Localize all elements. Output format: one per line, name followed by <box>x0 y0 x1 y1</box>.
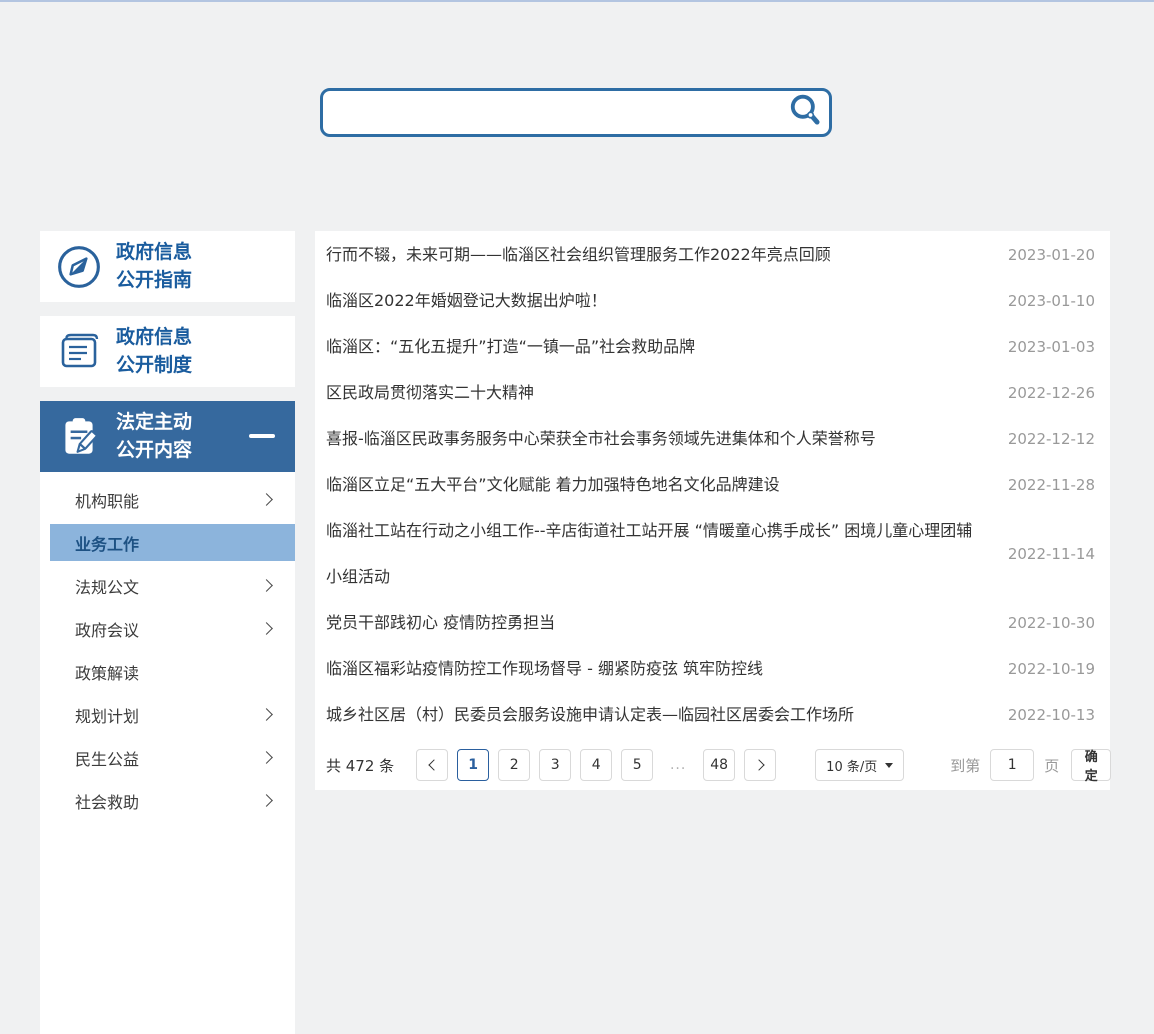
article-link[interactable]: 临淄区：“五化五提升”打造“一镇一品”社会救助品牌 <box>326 324 1005 370</box>
caret-down-icon <box>885 762 894 768</box>
total-count-label: 共 472 条 <box>326 756 395 775</box>
list-item: 临淄区：“五化五提升”打造“一镇一品”社会救助品牌 2023-01-03 <box>315 324 1110 370</box>
article-link[interactable]: 党员干部践初心 疫情防控勇担当 <box>326 600 1005 646</box>
article-date: 2022-11-14 <box>1007 545 1095 563</box>
compass-icon <box>56 244 102 290</box>
search-button[interactable] <box>783 91 829 134</box>
goto-prefix-label: 到第 <box>950 756 981 775</box>
goto-unit-label: 页 <box>1044 756 1060 775</box>
sidebar-item-regulations[interactable]: 法规公文 <box>40 564 295 607</box>
sidebar-item-system-label: 政府信息 公开制度 <box>116 325 193 376</box>
article-link[interactable]: 临淄区福彩站疫情防控工作现场督导 - 绷紧防疫弦 筑牢防控线 <box>326 646 1005 692</box>
list-item: 城乡社区居（村）民委员会服务设施申请认定表—临园社区居委会工作场所 2022-1… <box>315 692 1110 738</box>
submenu-label: 业务工作 <box>75 534 140 554</box>
page-size-value: 10 条/页 <box>826 759 878 775</box>
submenu-label: 社会救助 <box>75 792 140 812</box>
sidebar-item-orgfunctions[interactable]: 机构职能 <box>40 478 295 521</box>
submenu-label: 民生公益 <box>75 749 140 769</box>
sidebar-item-social-assistance[interactable]: 社会救助 <box>40 779 295 822</box>
sidebar-item-guide[interactable]: 政府信息 公开指南 <box>40 231 295 302</box>
article-link[interactable]: 城乡社区居（村）民委员会服务设施申请认定表—临园社区居委会工作场所 <box>326 692 1005 738</box>
article-link[interactable]: 喜报-临淄区民政事务服务中心荣获全市社会事务领域先进集体和个人荣誉称号 <box>326 416 1005 462</box>
sidebar-item-guide-label: 政府信息 公开指南 <box>116 240 193 291</box>
next-page-button[interactable] <box>744 749 777 781</box>
page-button-3[interactable]: 3 <box>539 749 572 781</box>
list-item: 行而不辍，未来可期——临淄区社会组织管理服务工作2022年亮点回顾 2023-0… <box>315 232 1110 278</box>
submenu-label: 机构职能 <box>75 491 140 511</box>
goto-page-group: 到第 页 确定 <box>950 749 1112 783</box>
sidebar-item-legal-disclosure[interactable]: 法定主动 公开内容 <box>40 401 295 472</box>
goto-page-input[interactable] <box>990 749 1035 781</box>
chevron-right-icon <box>753 759 765 771</box>
sidebar-item-business-work[interactable]: 业务工作 <box>50 524 295 561</box>
article-list: 行而不辍，未来可期——临淄区社会组织管理服务工作2022年亮点回顾 2023-0… <box>315 231 1112 790</box>
sidebar-item-planning[interactable]: 规划计划 <box>40 693 295 736</box>
chevron-right-icon <box>260 708 273 721</box>
list-item: 党员干部践初心 疫情防控勇担当 2022-10-30 <box>315 600 1110 646</box>
prev-page-button[interactable] <box>416 749 449 781</box>
search-bar <box>320 88 832 137</box>
chevron-right-icon <box>260 622 273 635</box>
submenu-label: 规划计划 <box>75 706 140 726</box>
article-link[interactable]: 区民政局贯彻落实二十大精神 <box>326 370 1005 416</box>
sidebar-item-system[interactable]: 政府信息 公开制度 <box>40 316 295 387</box>
article-date: 2022-12-12 <box>1007 430 1095 448</box>
article-link[interactable]: 行而不辍，未来可期——临淄区社会组织管理服务工作2022年亮点回顾 <box>326 232 1005 278</box>
list-item: 喜报-临淄区民政事务服务中心荣获全市社会事务领域先进集体和个人荣誉称号 2022… <box>315 416 1110 462</box>
confirm-button[interactable]: 确定 <box>1071 749 1112 783</box>
page-button-5[interactable]: 5 <box>621 749 654 781</box>
submenu-label: 法规公文 <box>75 577 140 597</box>
sidebar: 政府信息 公开指南 政府信息 公开制度 法定主动 公开内容 机构职能 业务工作 … <box>40 231 295 1034</box>
chevron-right-icon <box>260 751 273 764</box>
chevron-right-icon <box>260 579 273 592</box>
chevron-right-icon <box>260 794 273 807</box>
submenu-label: 政策解读 <box>75 663 140 683</box>
document-icon <box>56 329 102 375</box>
page-button-2[interactable]: 2 <box>498 749 531 781</box>
top-accent-line <box>0 0 1154 2</box>
list-item: 临淄区福彩站疫情防控工作现场督导 - 绷紧防疫弦 筑牢防控线 2022-10-1… <box>315 646 1110 692</box>
sidebar-item-public-welfare[interactable]: 民生公益 <box>40 736 295 779</box>
article-date: 2023-01-03 <box>1007 338 1095 356</box>
sidebar-submenu: 机构职能 业务工作 法规公文 政府会议 政策解读 规划计划 民生公益 社会救助 <box>40 472 295 1034</box>
page-button-4[interactable]: 4 <box>580 749 613 781</box>
article-date: 2022-10-30 <box>1007 614 1095 632</box>
article-date: 2023-01-10 <box>1007 292 1095 310</box>
chevron-left-icon <box>428 759 440 771</box>
article-link[interactable]: 临淄区立足“五大平台”文化赋能 着力加强特色地名文化品牌建设 <box>326 462 1005 508</box>
chevron-right-icon <box>260 493 273 506</box>
clipboard-pencil-icon <box>56 414 102 460</box>
search-icon <box>788 93 824 132</box>
sidebar-item-policy-interpretation[interactable]: 政策解读 <box>40 650 295 693</box>
search-input[interactable] <box>323 91 783 134</box>
article-link[interactable]: 临淄社工站在行动之小组工作--辛店街道社工站开展 “情暖童心携手成长” 困境儿童… <box>326 508 1005 600</box>
page-button-1[interactable]: 1 <box>457 749 490 781</box>
page-button-48[interactable]: 48 <box>703 749 736 781</box>
page-size-select[interactable]: 10 条/页 <box>815 749 905 781</box>
submenu-label: 政府会议 <box>75 620 140 640</box>
article-date: 2022-11-28 <box>1007 476 1095 494</box>
article-link[interactable]: 临淄区2022年婚姻登记大数据出炉啦！ <box>326 278 1005 324</box>
list-item: 区民政局贯彻落实二十大精神 2022-12-26 <box>315 370 1110 416</box>
collapse-minus-icon[interactable] <box>249 434 275 438</box>
sidebar-item-gov-meetings[interactable]: 政府会议 <box>40 607 295 650</box>
list-item: 临淄社工站在行动之小组工作--辛店街道社工站开展 “情暖童心携手成长” 困境儿童… <box>315 508 1110 600</box>
sidebar-item-legal-label: 法定主动 公开内容 <box>116 410 193 461</box>
page-ellipsis[interactable]: ... <box>662 749 695 781</box>
article-date: 2022-10-13 <box>1007 706 1095 724</box>
pagination: 共 472 条 1 2 3 4 5 ... 48 10 条/页 到第 页 确定 <box>326 749 1112 783</box>
article-date: 2023-01-20 <box>1007 246 1095 264</box>
list-item: 临淄区2022年婚姻登记大数据出炉啦！ 2023-01-10 <box>315 278 1110 324</box>
article-date: 2022-10-19 <box>1007 660 1095 678</box>
list-item: 临淄区立足“五大平台”文化赋能 着力加强特色地名文化品牌建设 2022-11-2… <box>315 462 1110 508</box>
article-date: 2022-12-26 <box>1007 384 1095 402</box>
